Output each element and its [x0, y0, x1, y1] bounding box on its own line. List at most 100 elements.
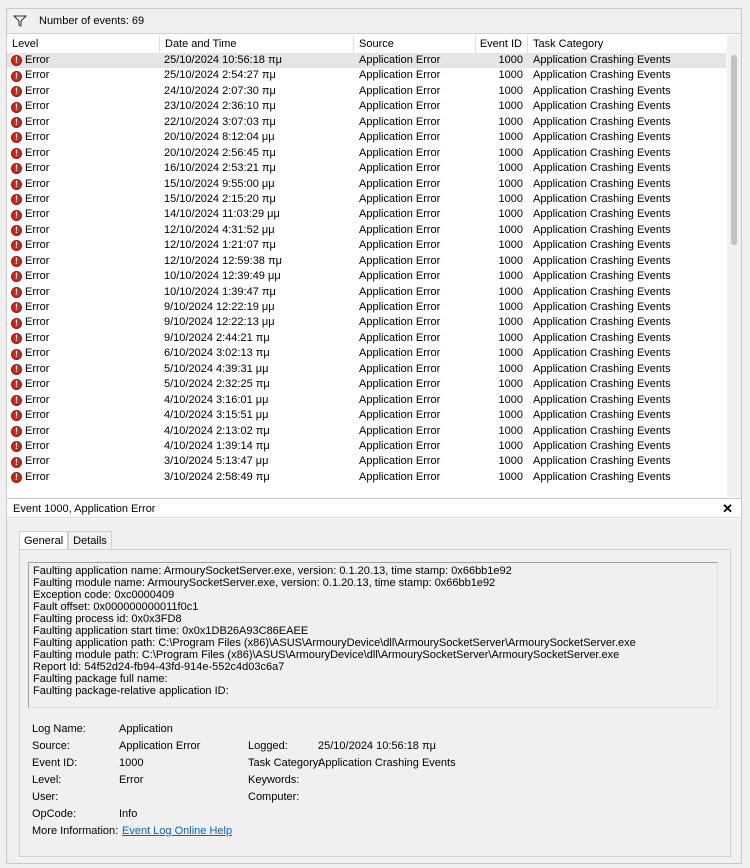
message-line: Faulting package-relative application ID…: [33, 685, 229, 697]
event-id-cell: 1000: [498, 285, 523, 298]
source-cell: Application Error: [359, 362, 441, 375]
column-event-id[interactable]: Event ID: [476, 35, 528, 53]
level-text: Error: [25, 54, 50, 66]
filter-icon[interactable]: [13, 15, 27, 27]
date-cell: 10/10/2024 12:39:49 μμ: [164, 270, 281, 283]
message-line: Faulting module path: C:\Program Files (…: [33, 649, 620, 661]
table-row[interactable]: ! Error 15/10/2024 9:55:00 μμ Application E…: [7, 177, 726, 192]
opcode-label: OpCode:: [32, 808, 77, 820]
close-icon[interactable]: ✕: [722, 499, 733, 519]
error-icon: !: [11, 225, 22, 237]
error-icon: !: [11, 379, 22, 391]
table-row[interactable]: ! Error 25/10/2024 2:54:27 πμ Application E…: [7, 68, 726, 83]
source-cell: Application Error: [359, 409, 441, 422]
table-row[interactable]: ! Error 24/10/2024 2:07:30 πμ Application E…: [7, 84, 726, 99]
date-cell: 20/10/2024 8:12:04 μμ: [164, 131, 275, 144]
table-row[interactable]: ! Error 14/10/2024 11:03:29 μμ Application …: [7, 207, 726, 222]
event-message-box[interactable]: Faulting application name: ArmourySocket…: [28, 562, 718, 708]
event-id-cell: 1000: [498, 316, 523, 329]
logged-value: 25/10/2024 10:56:18 πμ: [318, 740, 436, 752]
column-level[interactable]: Level: [7, 35, 160, 53]
table-row[interactable]: ! Error 10/10/2024 12:39:49 μμ Application …: [7, 269, 726, 284]
table-row[interactable]: ! Error 12/10/2024 12:59:38 πμ Application …: [7, 254, 726, 269]
level-cell: ! Error: [11, 192, 161, 207]
category-cell: Application Crashing Events: [533, 362, 671, 375]
level-cell: ! Error: [11, 223, 161, 238]
error-icon: !: [11, 132, 22, 144]
table-row[interactable]: ! Error 4/10/2024 3:15:51 μμ Application Er…: [7, 408, 726, 423]
message-line: Exception code: 0xc0000409: [33, 589, 175, 601]
event-id-cell: 1000: [498, 362, 523, 375]
date-cell: 15/10/2024 9:55:00 μμ: [164, 177, 275, 190]
level-text: Error: [25, 424, 50, 437]
table-row[interactable]: ! Error 4/10/2024 1:39:14 πμ Application Er…: [7, 439, 726, 454]
table-row[interactable]: ! Error 4/10/2024 3:16:01 μμ Application Er…: [7, 393, 726, 408]
message-line: Faulting application name: ArmourySocket…: [33, 565, 512, 577]
table-row[interactable]: ! Error 6/10/2024 3:02:13 πμ Application Er…: [7, 346, 726, 361]
scrollbar-thumb[interactable]: [731, 55, 737, 245]
category-cell: Application Crashing Events: [533, 177, 671, 190]
level-text: Error: [25, 223, 50, 236]
level-cell: ! Error: [11, 424, 161, 439]
column-date-time[interactable]: Date and Time: [160, 35, 354, 53]
general-tab-panel: Faulting application name: ArmourySocket…: [19, 549, 731, 857]
level-text: Error: [25, 177, 50, 190]
level-text: Error: [25, 208, 50, 221]
error-icon: !: [11, 410, 22, 422]
table-row[interactable]: ! Error 15/10/2024 2:15:20 πμ Application E…: [7, 192, 726, 207]
event-id-cell: 1000: [498, 69, 523, 82]
table-row[interactable]: ! Error 10/10/2024 1:39:47 πμ Application E…: [7, 285, 726, 300]
level-text: Error: [25, 439, 50, 452]
source-value: Application Error: [119, 740, 201, 752]
event-id-cell: 1000: [498, 424, 523, 437]
grid-rows: ! Error 25/10/2024 10:56:18 πμ Application …: [7, 53, 726, 485]
message-line: Faulting application start time: 0x0x1DB…: [33, 625, 309, 637]
table-row[interactable]: ! Error 22/10/2024 3:07:03 πμ Application E…: [7, 115, 726, 130]
column-source[interactable]: Source: [354, 35, 476, 53]
table-row[interactable]: ! Error 9/10/2024 2:44:21 πμ Application Er…: [7, 331, 726, 346]
event-log-online-help-link[interactable]: Event Log Online Help: [122, 824, 232, 839]
level-text: Error: [25, 331, 50, 344]
category-cell: Application Crashing Events: [533, 254, 671, 267]
keywords-label: Keywords:: [248, 774, 300, 786]
events-grid: Level Date and Time Source Event ID Task…: [7, 35, 726, 497]
source-cell: Application Error: [359, 455, 441, 468]
source-cell: Application Error: [359, 177, 441, 190]
table-row[interactable]: ! Error 3/10/2024 5:13:47 μμ Application Er…: [7, 454, 726, 469]
category-cell: Application Crashing Events: [533, 162, 671, 175]
grid-scrollbar[interactable]: [727, 35, 741, 497]
table-row[interactable]: ! Error 3/10/2024 2:58:49 πμ Application Er…: [7, 470, 726, 485]
tab-general[interactable]: General: [19, 531, 69, 551]
column-task-category[interactable]: Task Category: [528, 35, 726, 53]
table-row[interactable]: ! Error 4/10/2024 2:13:02 πμ Application Er…: [7, 424, 726, 439]
table-row[interactable]: ! Error 20/10/2024 8:12:04 μμ Application E…: [7, 130, 726, 145]
date-cell: 23/10/2024 2:36:10 πμ: [164, 100, 276, 113]
table-row[interactable]: ! Error 12/10/2024 4:31:52 μμ Application E…: [7, 223, 726, 238]
table-row[interactable]: ! Error 20/10/2024 2:56:45 πμ Application E…: [7, 146, 726, 161]
table-row[interactable]: ! Error 23/10/2024 2:36:10 πμ Application E…: [7, 99, 726, 114]
date-cell: 12/10/2024 4:31:52 μμ: [164, 223, 275, 236]
level-text: Error: [25, 162, 50, 175]
level-text: Error: [25, 455, 50, 468]
source-cell: Application Error: [359, 100, 441, 113]
table-row[interactable]: ! Error 12/10/2024 1:21:07 πμ Application E…: [7, 238, 726, 253]
source-cell: Application Error: [359, 285, 441, 298]
event-id-cell: 1000: [498, 301, 523, 313]
level-text: Error: [25, 270, 50, 283]
table-row[interactable]: ! Error 5/10/2024 2:32:25 πμ Application Er…: [7, 377, 726, 392]
category-cell: Application Crashing Events: [533, 239, 671, 252]
date-cell: 12/10/2024 1:21:07 πμ: [164, 239, 276, 252]
category-cell: Application Crashing Events: [533, 69, 671, 82]
event-id-label: Event ID:: [32, 757, 78, 769]
category-cell: Application Crashing Events: [533, 393, 671, 406]
event-id-cell: 1000: [498, 131, 523, 144]
table-row[interactable]: ! Error 25/10/2024 10:56:18 πμ Application …: [7, 53, 726, 69]
table-row[interactable]: ! Error 16/10/2024 2:53:21 πμ Application E…: [7, 161, 726, 176]
level-text: Error: [25, 146, 50, 159]
error-icon: !: [11, 472, 22, 484]
tab-details[interactable]: Details: [68, 531, 112, 550]
error-icon: !: [11, 55, 22, 67]
table-row[interactable]: ! Error 9/10/2024 12:22:19 μμ Application E…: [7, 300, 726, 315]
table-row[interactable]: ! Error 5/10/2024 4:39:31 μμ Application Er…: [7, 362, 726, 377]
table-row[interactable]: ! Error 9/10/2024 12:22:13 μμ Application E…: [7, 315, 726, 330]
